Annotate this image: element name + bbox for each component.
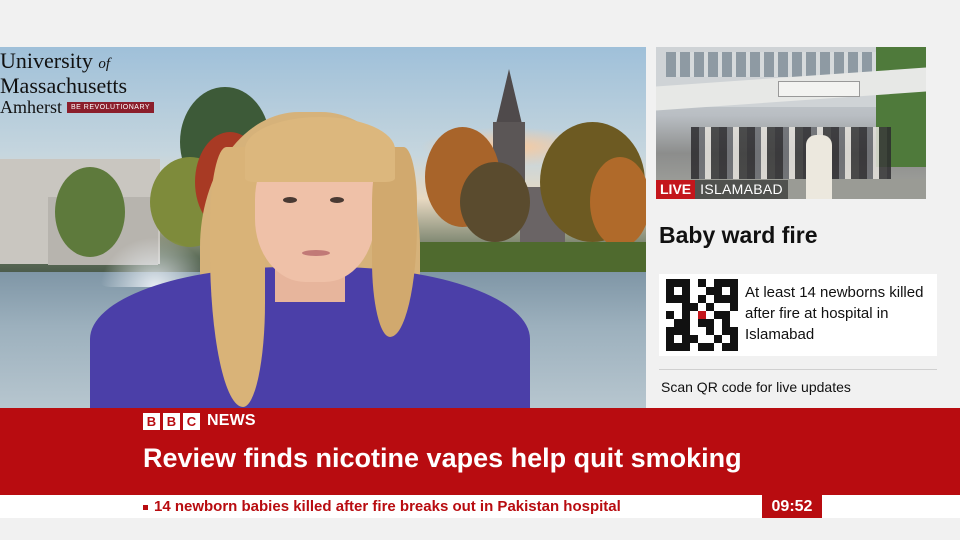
hospital-sign	[778, 81, 860, 97]
live-badge: LIVE	[656, 180, 696, 199]
logo-university: University	[0, 48, 93, 73]
ticker-bullet-icon	[143, 504, 148, 510]
scan-prompt: Scan QR code for live updates	[661, 379, 851, 395]
logo-massachusetts: Massachusetts	[0, 73, 128, 98]
eye	[330, 197, 344, 203]
bbc-logo-letter: B	[143, 412, 160, 430]
bbc-news-brand: B B C NEWS	[143, 412, 256, 430]
eye	[283, 197, 297, 203]
qr-caption: At least 14 newborns killed after fire a…	[745, 284, 924, 343]
logo-of: of	[98, 56, 111, 72]
bbc-logo-letter: B	[163, 412, 180, 430]
ticker: 14 newborn babies killed after fire brea…	[143, 498, 621, 515]
side-video-feed: LIVE ISLAMABAD	[656, 47, 926, 199]
crowd	[691, 127, 891, 182]
person-white-clothes	[806, 135, 832, 199]
logo-tagline: BE REVOLUTIONARY	[67, 102, 155, 113]
live-location: ISLAMABAD	[695, 180, 788, 199]
bbc-news-label: NEWS	[207, 412, 256, 429]
side-panel: LIVE ISLAMABAD Baby ward fire At least 1…	[646, 47, 937, 408]
mouth	[302, 250, 330, 256]
news-banner: B B C NEWS Review finds nicotine vapes h…	[0, 408, 960, 495]
divider	[659, 369, 937, 370]
qr-code-icon	[666, 279, 738, 351]
live-location-bar: LIVE ISLAMABAD	[656, 180, 788, 199]
hair-bangs	[245, 117, 395, 182]
bbc-logo-letter: C	[183, 412, 200, 430]
umass-logo: University of Massachusetts Amherst BE R…	[0, 50, 160, 117]
tree	[590, 157, 646, 247]
ticker-text: 14 newborn babies killed after fire brea…	[154, 498, 621, 515]
clock: 09:52	[762, 495, 822, 518]
side-heading: Baby ward fire	[659, 222, 818, 248]
headline: Review finds nicotine vapes help quit sm…	[143, 443, 742, 473]
qr-card: At least 14 newborns killed after fire a…	[659, 274, 937, 356]
logo-amherst: Amherst	[0, 97, 62, 117]
